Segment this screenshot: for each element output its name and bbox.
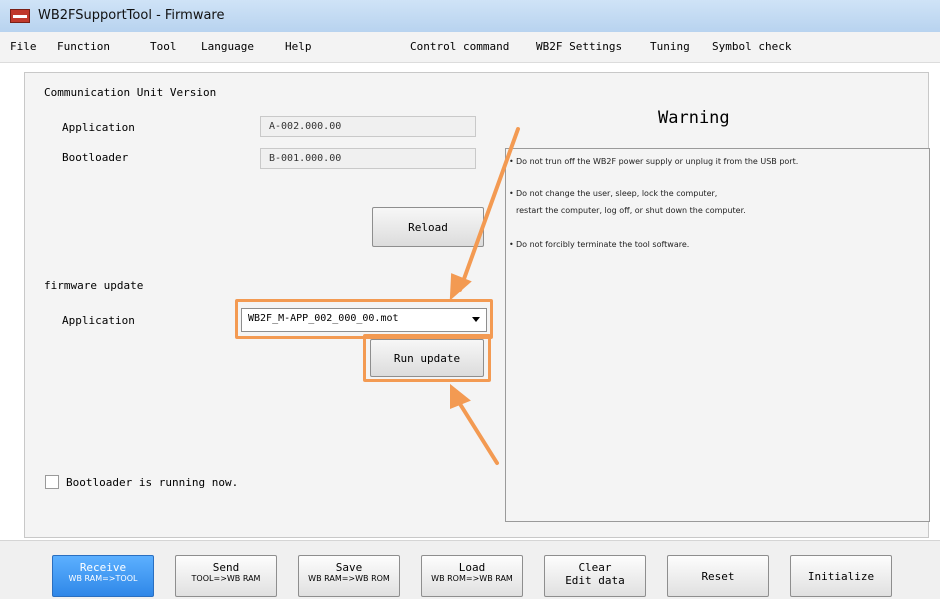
initialize-label: Initialize [807,570,875,583]
load-button[interactable]: Load WB ROM=>WB RAM [421,555,523,597]
initialize-button[interactable]: Initialize [790,555,892,597]
reset-button[interactable]: Reset [667,555,769,597]
save-sub: WB RAM=>WB ROM [308,574,390,583]
clear-label: Clear [578,561,612,574]
send-label: Send [212,561,240,574]
bottom-toolbar: Receive WB RAM=>TOOL Send TOOL=>WB RAM S… [0,540,940,599]
save-button[interactable]: Save WB RAM=>WB ROM [298,555,400,597]
arrow-line-up [453,394,499,465]
clear-edit-data-button[interactable]: Clear Edit data [544,555,646,597]
arrow-line-down [458,127,520,292]
send-sub: TOOL=>WB RAM [191,574,261,583]
arrow-head-down [449,273,472,301]
arrow-head-up [450,383,471,409]
receive-sub: WB RAM=>TOOL [68,574,138,583]
clear-sub: Edit data [565,574,625,587]
receive-button[interactable]: Receive WB RAM=>TOOL [52,555,154,597]
save-label: Save [335,561,363,574]
load-label: Load [458,561,486,574]
receive-label: Receive [79,561,127,574]
load-sub: WB ROM=>WB RAM [431,574,513,583]
annotation-arrows [449,127,520,465]
reset-label: Reset [701,570,735,583]
send-button[interactable]: Send TOOL=>WB RAM [175,555,277,597]
